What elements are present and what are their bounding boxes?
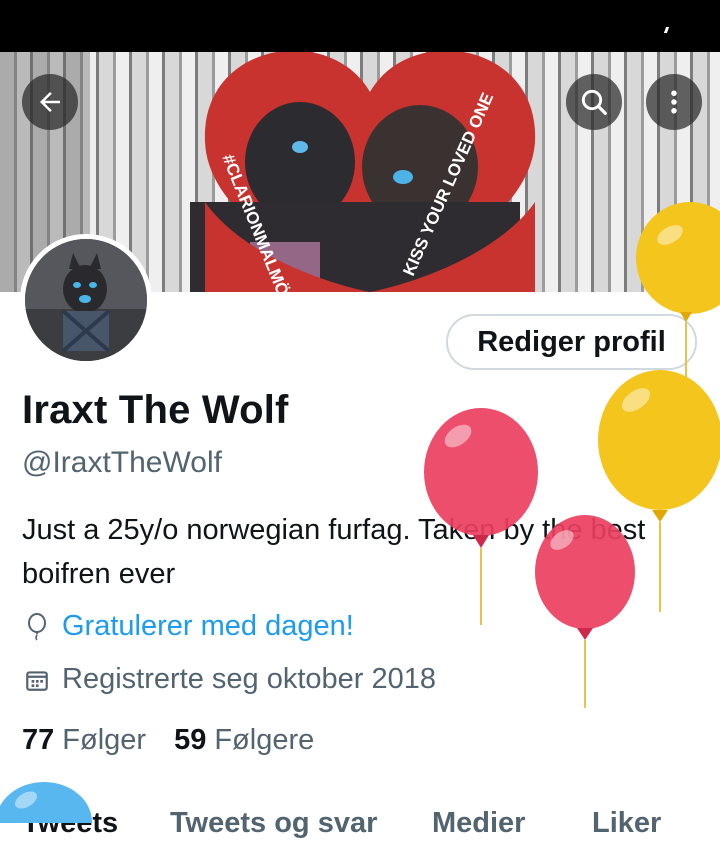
profile-handle: @IraxtTheWolf (22, 446, 222, 479)
birthday-link[interactable]: Gratulerer med dagen! (62, 610, 354, 643)
followers-count: 59 (174, 724, 207, 756)
tab-likes[interactable]: Liker (592, 807, 661, 840)
following-link[interactable]: 77 Følger (22, 724, 146, 757)
search-button[interactable] (566, 74, 622, 130)
joined-date: Registrerte seg oktober 2018 (62, 663, 436, 695)
back-button[interactable] (22, 74, 78, 130)
more-vertical-icon (671, 90, 677, 114)
joined-row: Registrerte seg oktober 2018 (22, 663, 436, 696)
following-label: Følger (62, 724, 147, 756)
calendar-icon (22, 665, 52, 695)
tab-media[interactable]: Medier (432, 807, 525, 840)
status-bar (0, 0, 720, 52)
birthday-row: Gratulerer med dagen! (22, 610, 354, 643)
search-icon (581, 89, 607, 115)
profile-tabs: Tweets Tweets og svar Medier Liker (0, 803, 720, 843)
arrow-left-icon (40, 92, 60, 112)
more-options-button[interactable] (646, 74, 702, 130)
followers-link[interactable]: 59 Følgere (174, 724, 314, 757)
balloon-icon (22, 612, 52, 642)
profile-bio: Just a 25y/o norwegian furfag. Taken by … (22, 514, 646, 590)
following-count: 77 (22, 724, 55, 756)
follow-stats: 77 Følger 59 Følgere (22, 724, 342, 757)
edit-profile-button[interactable]: Rediger profil (446, 314, 697, 370)
avatar[interactable] (20, 234, 152, 366)
tab-tweets[interactable]: Tweets (22, 807, 118, 840)
profile-name: Iraxt The Wolf (22, 388, 289, 432)
tab-tweets-and-replies[interactable]: Tweets og svar (170, 807, 377, 840)
followers-label: Følgere (214, 724, 315, 756)
